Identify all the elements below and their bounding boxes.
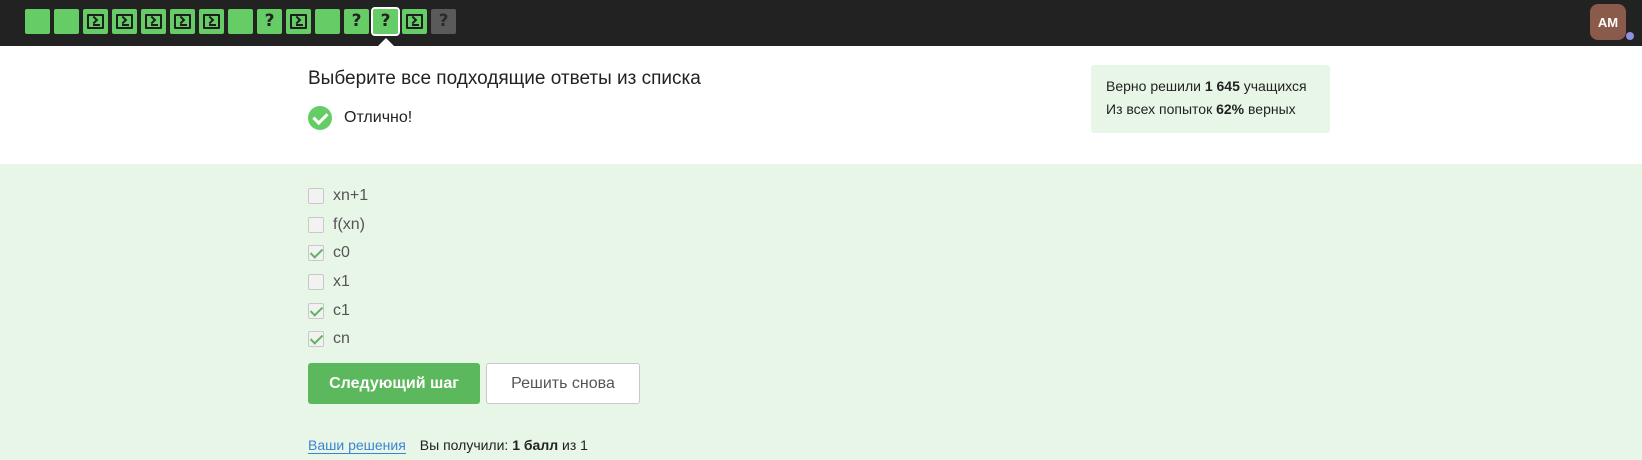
- option-label: c1: [333, 301, 350, 319]
- option-label: xn+1: [333, 187, 369, 205]
- option-checkbox[interactable]: [308, 331, 324, 348]
- step-tile-12[interactable]: ?: [344, 9, 369, 34]
- retry-button[interactable]: Решить снова: [486, 363, 640, 404]
- stats-solved-suffix: учащихся: [1243, 78, 1307, 94]
- question-mark-icon: ?: [351, 11, 362, 31]
- stats-solved-count: 1 645: [1204, 78, 1240, 94]
- option-checkbox[interactable]: [308, 274, 324, 291]
- success-check-icon: [308, 106, 332, 130]
- stats-percent-suffix: верных: [1248, 101, 1296, 117]
- result-text: Отлично!: [344, 109, 413, 126]
- submission-footer: Ваши решения Вы получили: 1 балл из 1: [308, 437, 588, 454]
- answer-options: xn+1 f(xn) c0 x1 c1 cn: [308, 182, 368, 354]
- answer-option[interactable]: xn+1: [308, 182, 368, 211]
- step-tile-6[interactable]: [170, 9, 195, 34]
- terminal-icon: [406, 14, 423, 29]
- answer-option[interactable]: c1: [308, 296, 368, 325]
- answer-option[interactable]: x1: [308, 268, 368, 297]
- stats-solved-prefix: Верно решили: [1106, 78, 1201, 94]
- option-label: f(xn): [333, 215, 365, 233]
- step-tile-5[interactable]: [141, 9, 166, 34]
- option-label: x1: [333, 273, 350, 291]
- next-step-button[interactable]: Следующий шаг: [308, 363, 480, 404]
- terminal-icon: [87, 14, 104, 29]
- step-tile-7[interactable]: [199, 9, 224, 34]
- your-solutions-link[interactable]: Ваши решения: [308, 437, 406, 454]
- stats-panel: Верно решили 1 645 учащихся Из всех попы…: [1091, 65, 1330, 133]
- step-tile-13[interactable]: ?: [371, 7, 400, 36]
- question-mark-icon: ?: [438, 11, 449, 31]
- terminal-icon: [116, 14, 133, 29]
- step-tile-3[interactable]: [83, 9, 108, 34]
- question-mark-icon: ?: [264, 11, 275, 31]
- step-tile-14[interactable]: [402, 9, 427, 34]
- step-tile-8[interactable]: [228, 9, 253, 34]
- option-checkbox[interactable]: [308, 245, 324, 262]
- question-mark-icon: ?: [380, 11, 391, 31]
- step-tile-1[interactable]: [25, 9, 50, 34]
- notification-dot: [1626, 32, 1634, 40]
- avatar[interactable]: AM: [1590, 4, 1626, 40]
- score-suffix: из 1: [562, 437, 588, 453]
- option-checkbox[interactable]: [308, 216, 324, 233]
- option-checkbox[interactable]: [308, 302, 324, 319]
- step-tile-11[interactable]: [315, 9, 340, 34]
- stats-percent-value: 62%: [1216, 101, 1245, 117]
- step-tile-4[interactable]: [112, 9, 137, 34]
- terminal-icon: [145, 14, 162, 29]
- step-tile-10[interactable]: [286, 9, 311, 34]
- answer-option[interactable]: cn: [308, 325, 368, 354]
- terminal-icon: [174, 14, 191, 29]
- terminal-icon: [203, 14, 220, 29]
- stats-percent-prefix: Из всех попыток: [1106, 101, 1213, 117]
- option-label: c0: [333, 244, 350, 262]
- option-label: cn: [333, 330, 350, 348]
- stats-solved: Верно решили 1 645 учащихся: [1106, 75, 1315, 98]
- option-checkbox[interactable]: [308, 188, 324, 205]
- answer-option[interactable]: f(xn): [308, 211, 368, 240]
- step-tile-9[interactable]: ?: [257, 9, 282, 34]
- step-tile-15[interactable]: ?: [431, 9, 456, 34]
- answer-option[interactable]: c0: [308, 239, 368, 268]
- top-navigation-bar: ???? AM: [0, 0, 1642, 47]
- terminal-icon: [290, 14, 307, 29]
- score-prefix: Вы получили:: [419, 437, 509, 453]
- stats-percent: Из всех попыток 62% верных: [1106, 98, 1315, 121]
- lesson-steps: ????: [25, 7, 460, 36]
- step-tile-2[interactable]: [54, 9, 79, 34]
- question-header: Выберите все подходящие ответы из списка…: [0, 46, 1642, 164]
- score-value: 1 балл: [512, 437, 559, 453]
- page-title: Выберите все подходящие ответы из списка: [308, 68, 701, 89]
- result-status: Отлично!: [308, 106, 412, 130]
